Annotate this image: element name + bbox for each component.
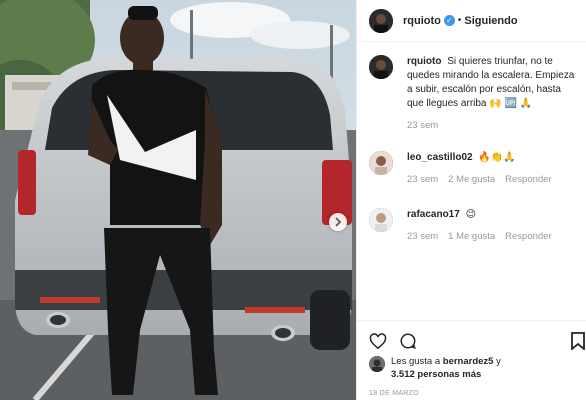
likes-summary: Les gusta a bernardez5 y 3.512 personas … (357, 351, 586, 381)
reply-button[interactable]: Responder (505, 231, 551, 242)
avatar[interactable] (369, 356, 385, 372)
post-date[interactable]: 18 DE MARZO (369, 390, 419, 397)
next-photo-button[interactable] (329, 213, 347, 231)
post-image (0, 0, 356, 400)
post-caption: rquioto Si quieres triunfar, no te quede… (369, 55, 586, 131)
avatar[interactable] (369, 8, 393, 33)
comment-item: leo_castillo02 🔥👏🙏 23 sem 2 Me gusta Res… (369, 151, 586, 185)
header-username[interactable]: rquioto (403, 15, 441, 27)
caption-username[interactable]: rquioto (407, 56, 441, 67)
caption-meta: 23 sem (407, 120, 586, 131)
comment-text: 😉 (465, 209, 477, 220)
comment-time[interactable]: 23 sem (407, 174, 438, 185)
chevron-right-icon (335, 217, 342, 227)
post-header: rquioto ✓ • Siguiendo (357, 0, 586, 42)
comment-meta: 23 sem 1 Me gusta Responder (407, 231, 586, 242)
comment-text: 🔥👏🙏 (478, 152, 516, 163)
likes-count-link[interactable]: 3.512 personas más (391, 369, 481, 380)
likes-connector: y (496, 356, 501, 367)
post-sidebar: rquioto ✓ • Siguiendo rquioto Si quieres… (356, 0, 586, 400)
post-actions: Les gusta a bernardez5 y 3.512 personas … (357, 320, 586, 400)
comment-text-block: leo_castillo02 🔥👏🙏 (407, 151, 579, 165)
heart-icon[interactable] (369, 332, 387, 350)
caption-text-block: rquioto Si quieres triunfar, no te quede… (407, 55, 579, 111)
separator: • (457, 15, 462, 26)
comment-item: rafacano17 😉 23 sem 1 Me gusta Responder (369, 208, 586, 242)
comment-time[interactable]: 23 sem (407, 231, 438, 242)
likes-text: Les gusta a bernardez5 y 3.512 personas … (391, 355, 501, 381)
comment-username[interactable]: leo_castillo02 (407, 152, 473, 163)
bookmark-icon[interactable] (571, 332, 585, 350)
comment-text-block: rafacano17 😉 (407, 208, 579, 222)
action-icons (357, 321, 586, 351)
avatar[interactable] (369, 151, 393, 175)
likes-prefix: Les gusta a (391, 356, 441, 367)
comment-meta: 23 sem 2 Me gusta Responder (407, 174, 586, 185)
comment-likes-link[interactable]: 1 Me gusta (448, 231, 495, 242)
comment-username[interactable]: rafacano17 (407, 209, 460, 220)
reply-button[interactable]: Responder (505, 174, 551, 185)
comment-likes-link[interactable]: 2 Me gusta (448, 174, 495, 185)
following-button[interactable]: Siguiendo (464, 15, 517, 27)
avatar[interactable] (369, 55, 393, 79)
caption-time[interactable]: 23 sem (407, 120, 438, 131)
avatar[interactable] (369, 208, 393, 232)
verified-badge-icon: ✓ (443, 15, 455, 26)
comments-list: rquioto Si quieres triunfar, no te quede… (369, 55, 586, 242)
post-photo (0, 0, 356, 400)
likes-user-link[interactable]: bernardez5 (443, 356, 494, 367)
comment-icon[interactable] (399, 332, 417, 350)
